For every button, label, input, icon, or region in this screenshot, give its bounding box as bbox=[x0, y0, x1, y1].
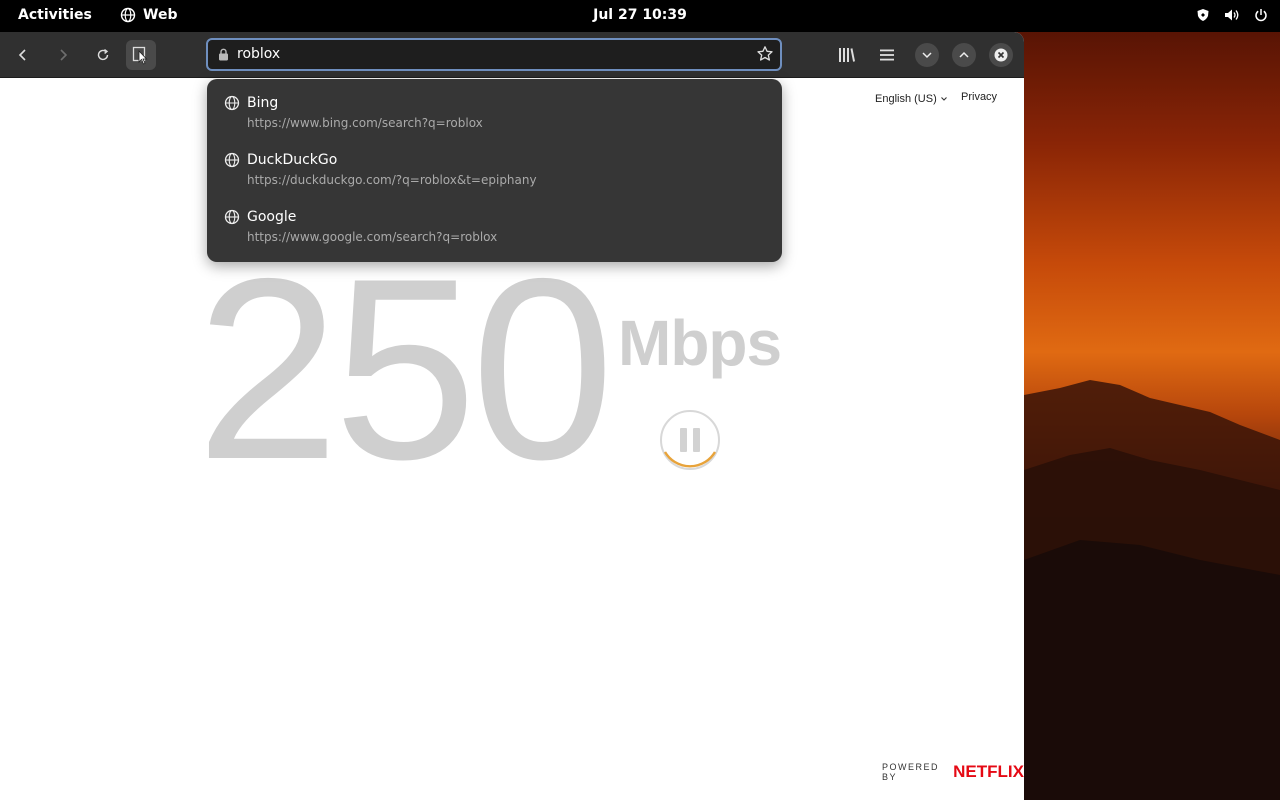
activities-button[interactable]: Activities bbox=[18, 7, 92, 23]
url-suggestions-popover: Bing https://www.bing.com/search?q=roblo… bbox=[207, 79, 782, 262]
suggestion-name: DuckDuckGo bbox=[247, 152, 338, 168]
privacy-link[interactable]: Privacy bbox=[961, 91, 997, 103]
back-button[interactable] bbox=[8, 40, 38, 70]
close-icon bbox=[994, 48, 1008, 62]
powered-by-label: POWERED BY bbox=[882, 762, 940, 782]
suggestion-name: Bing bbox=[247, 95, 279, 111]
address-bar[interactable]: roblox bbox=[206, 38, 782, 71]
reload-button[interactable] bbox=[88, 40, 118, 70]
pause-bar-right bbox=[693, 428, 700, 452]
new-tab-button[interactable] bbox=[126, 40, 156, 70]
netflix-logo: NETFLIX bbox=[953, 762, 1024, 781]
chevron-down-icon bbox=[922, 52, 932, 59]
suggestion-url: https://www.bing.com/search?q=roblox bbox=[247, 116, 483, 130]
system-tray[interactable] bbox=[1196, 8, 1268, 22]
pause-bar-left bbox=[680, 428, 687, 452]
language-label: English (US) bbox=[875, 93, 937, 105]
forward-button[interactable] bbox=[48, 40, 78, 70]
globe-icon bbox=[224, 152, 240, 168]
language-selector[interactable]: English (US) bbox=[875, 93, 948, 105]
suggestion-item-duckduckgo[interactable]: DuckDuckGo https://duckduckgo.com/?q=rob… bbox=[207, 136, 782, 193]
power-icon[interactable] bbox=[1254, 8, 1268, 22]
chevron-left-icon bbox=[18, 49, 26, 61]
suggestion-url: https://www.google.com/search?q=roblox bbox=[247, 230, 498, 244]
globe-icon bbox=[120, 7, 136, 23]
address-input[interactable]: roblox bbox=[237, 46, 280, 62]
browser-window: roblox English (US) Privacy 250 Mbps POW… bbox=[0, 32, 1024, 800]
library-icon bbox=[839, 48, 855, 62]
shield-icon[interactable] bbox=[1196, 8, 1210, 22]
suggestion-item-bing[interactable]: Bing https://www.bing.com/search?q=roblo… bbox=[207, 79, 782, 136]
pause-button[interactable] bbox=[659, 409, 721, 471]
chevron-up-icon bbox=[959, 51, 969, 58]
suggestion-url: https://duckduckgo.com/?q=roblox&t=epiph… bbox=[247, 173, 537, 187]
close-button[interactable] bbox=[989, 43, 1013, 67]
gnome-top-bar: Activities Web Jul 27 10:39 bbox=[0, 0, 1280, 32]
header-bar: roblox bbox=[0, 32, 1024, 78]
speed-units: Mbps bbox=[618, 307, 782, 379]
suggestion-name: Google bbox=[247, 209, 297, 225]
minimize-button[interactable] bbox=[915, 43, 939, 67]
chevron-down-icon bbox=[940, 97, 947, 101]
lock-icon bbox=[219, 48, 228, 61]
globe-icon bbox=[224, 209, 240, 225]
suggestion-item-google[interactable]: Google https://www.google.com/search?q=r… bbox=[207, 193, 782, 250]
app-menu[interactable]: Web bbox=[120, 7, 177, 23]
volume-icon[interactable] bbox=[1224, 8, 1240, 22]
bookmark-star-icon[interactable] bbox=[756, 45, 774, 63]
bookmarks-button[interactable] bbox=[832, 40, 862, 70]
maximize-button[interactable] bbox=[952, 43, 976, 67]
hamburger-menu-icon bbox=[880, 49, 894, 61]
clock[interactable]: Jul 27 10:39 bbox=[593, 7, 687, 23]
main-menu-button[interactable] bbox=[872, 40, 902, 70]
chevron-right-icon bbox=[60, 49, 68, 61]
new-tab-icon bbox=[132, 46, 148, 65]
reload-icon bbox=[97, 48, 109, 61]
powered-by-netflix[interactable]: POWERED BY NETFLIX bbox=[882, 762, 1024, 782]
app-name: Web bbox=[143, 7, 178, 23]
globe-icon bbox=[224, 95, 240, 111]
speed-value: 250 bbox=[196, 224, 614, 513]
